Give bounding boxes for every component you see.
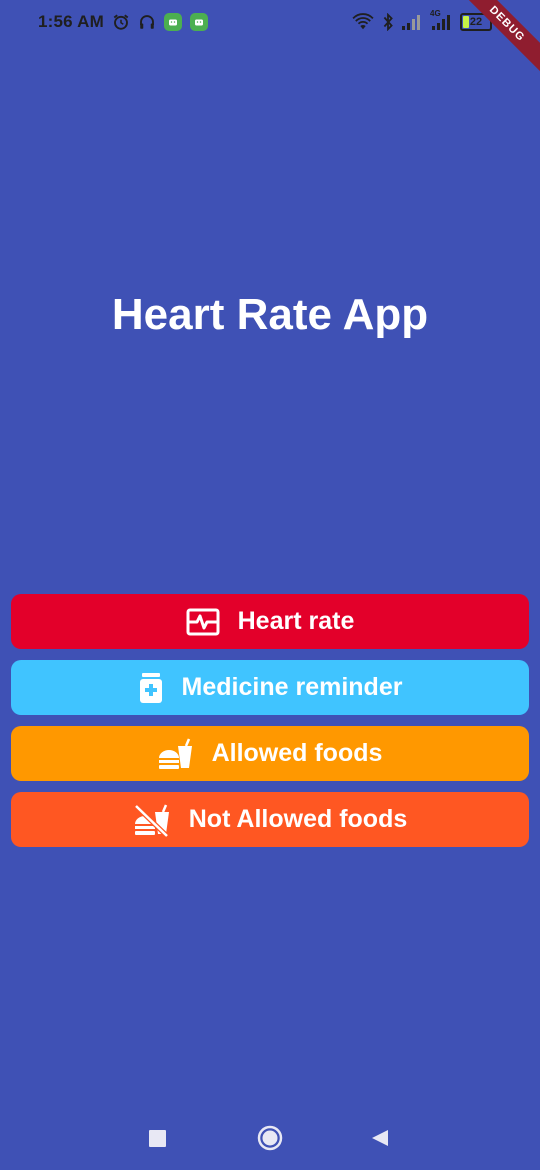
recents-icon[interactable] (149, 1130, 166, 1152)
not-allowed-foods-button[interactable]: Not Allowed foods (11, 792, 529, 847)
heart-monitor-icon (186, 608, 220, 636)
medicine-reminder-button[interactable]: Medicine reminder (11, 660, 529, 715)
android-app-icon (163, 13, 182, 31)
no-food-icon (133, 803, 171, 837)
headphones-icon (138, 13, 156, 31)
status-time: 1:56 AM (38, 12, 104, 31)
battery-level-fill (463, 16, 470, 28)
signal-icon (402, 14, 422, 30)
bluetooth-icon (382, 13, 394, 31)
back-icon[interactable] (371, 1129, 389, 1152)
menu-label-allowed-foods: Allowed foods (211, 739, 383, 767)
menu-label-medicine-reminder: Medicine reminder (181, 673, 403, 701)
status-bar: 1:56 AM 4G 22 (0, 0, 540, 48)
main-menu: Heart rate Medicine reminder Allowed foo… (11, 594, 529, 858)
battery-level: 22 (469, 16, 483, 28)
status-left: 1:56 AM (38, 12, 208, 32)
page-title: Heart Rate App (111, 290, 429, 339)
signal-icon: 4G (430, 9, 452, 30)
android-app-icon (189, 13, 208, 31)
status-right: 4G 22 (352, 9, 492, 31)
network-label: 4G (430, 9, 441, 18)
wifi-icon (352, 13, 374, 31)
heart-rate-button[interactable]: Heart rate (11, 594, 529, 649)
medicine-bottle-icon (138, 672, 164, 704)
allowed-foods-button[interactable]: Allowed foods (11, 726, 529, 781)
fastfood-icon (158, 738, 194, 770)
menu-label-not-allowed-foods: Not Allowed foods (188, 805, 408, 833)
menu-label-heart-rate: Heart rate (237, 607, 355, 635)
alarm-icon (112, 13, 130, 31)
home-icon[interactable] (257, 1125, 283, 1156)
system-nav-bar (0, 1110, 540, 1170)
